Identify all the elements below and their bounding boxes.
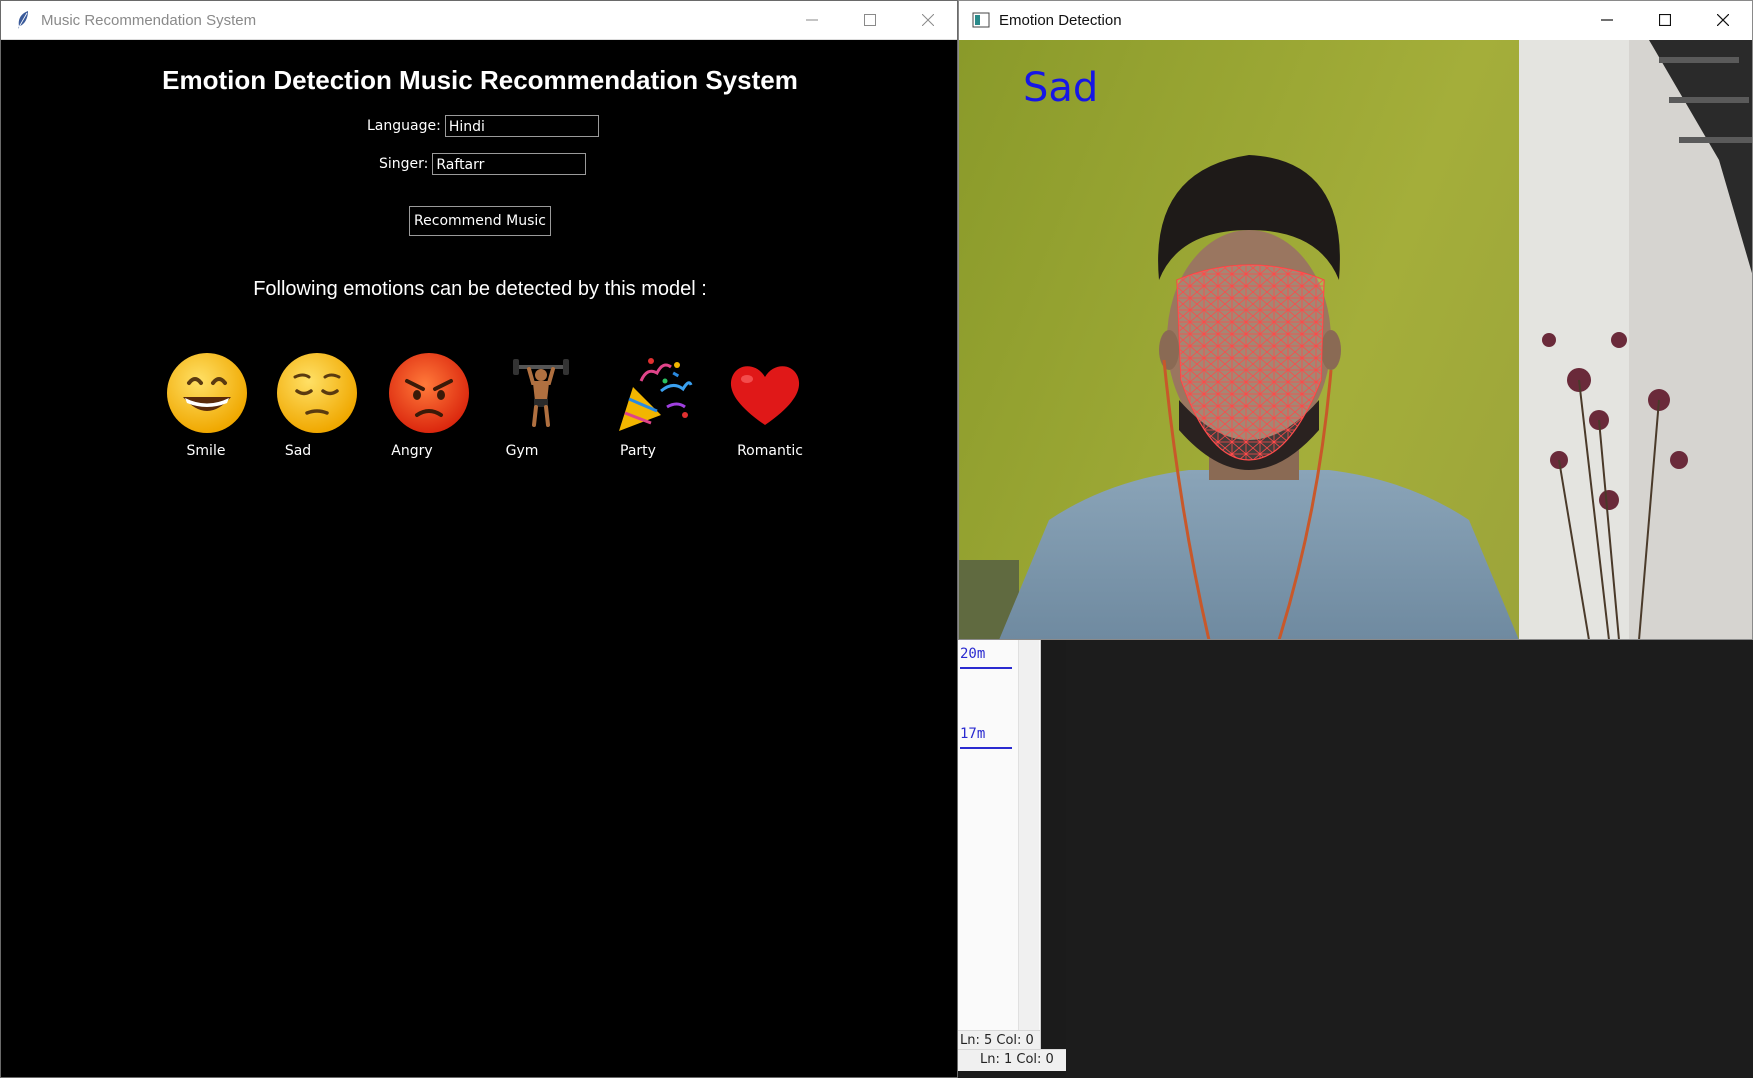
title-bar[interactable]: Music Recommendation System — [1, 1, 957, 40]
maximize-button[interactable] — [841, 1, 899, 39]
emotion-label: Angry — [391, 443, 433, 459]
emotion-label: Gym — [505, 443, 539, 459]
emotion-label: Sad — [284, 443, 312, 459]
red-heart-icon — [730, 366, 800, 425]
emotion-label: Romantic — [737, 443, 803, 459]
editor-text-line: 17m — [960, 726, 1013, 749]
emotion-label: Party — [620, 443, 656, 459]
grinning-face-icon — [167, 353, 247, 433]
shell-status-bar: Ln: 1 Col: 0 — [958, 1049, 1066, 1071]
close-button[interactable] — [1694, 1, 1752, 39]
recommend-music-button[interactable]: Recommend Music — [409, 206, 551, 236]
window-title: Music Recommendation System — [41, 11, 257, 29]
emotion-party: Party — [597, 351, 707, 471]
singer-row: Singer: Raftarr — [379, 153, 587, 175]
emotion-romantic: Romantic — [709, 351, 819, 471]
feather-icon — [13, 10, 33, 30]
emotions-heading: Following emotions can be detected by th… — [253, 278, 707, 300]
app-title: Emotion Detection Music Recommendation S… — [162, 65, 798, 95]
title-bar[interactable]: Emotion Detection — [959, 1, 1752, 39]
emotion-detection-window: Emotion Detection Sad — [958, 0, 1753, 640]
window-title: Emotion Detection — [999, 11, 1122, 29]
app-window-icon — [971, 10, 991, 30]
party-popper-icon — [619, 358, 693, 431]
singer-input[interactable]: Raftarr — [432, 153, 587, 175]
language-label: Language: — [367, 118, 441, 134]
editor-text-line: 20m — [960, 646, 1013, 669]
angry-face-icon — [389, 353, 469, 433]
minimize-button[interactable] — [1578, 1, 1636, 39]
webcam-feed — [959, 40, 1752, 639]
language-input[interactable]: Hindi — [444, 115, 599, 137]
pensive-face-icon — [277, 353, 357, 433]
minimize-button[interactable] — [783, 1, 841, 39]
background-dark-area — [1066, 640, 1753, 1078]
detected-emotion-label: Sad — [1023, 65, 1099, 111]
editor-scrollbar[interactable]: ▼ — [1018, 640, 1039, 1050]
maximize-button[interactable] — [1636, 1, 1694, 39]
music-recommendation-window: Music Recommendation System Emotion Dete… — [0, 0, 958, 1078]
emotion-sad: Sad — [261, 351, 371, 471]
singer-label: Singer: — [379, 156, 429, 172]
close-button[interactable] — [899, 1, 957, 39]
language-row: Language: Hindi — [367, 115, 599, 137]
weightlifter-icon — [513, 359, 569, 427]
editor-status-bar: Ln: 5 Col: 0 — [958, 1030, 1040, 1050]
emotion-gym: Gym — [485, 351, 595, 471]
